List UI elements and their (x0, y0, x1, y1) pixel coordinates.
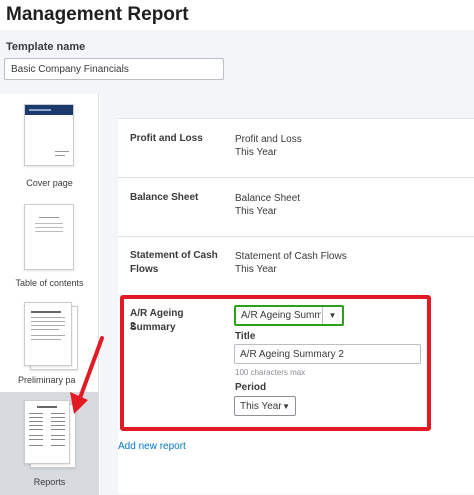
report-row-value: Profit and Loss (235, 134, 302, 145)
reports-thumbnail-line (29, 429, 43, 430)
report-row-period: This Year (235, 206, 277, 217)
report-row-value: Balance Sheet (235, 193, 301, 204)
title-hint: 100 characters max (235, 368, 306, 377)
toc-thumbnail-line (35, 231, 63, 232)
reports-thumbnail-line (29, 413, 43, 414)
template-name-label: Template name (6, 41, 86, 53)
red-arrow-icon (70, 336, 104, 414)
reports-thumbnail-line (51, 445, 65, 446)
preliminary-thumbnail-line (31, 321, 65, 322)
sidebar-item-table-of-contents[interactable]: Table of contents (0, 194, 99, 292)
reports-thumbnail-line (51, 435, 65, 436)
toc-thumbnail-line (39, 217, 59, 218)
report-row-name-continued: Flows (130, 264, 159, 275)
title-label: Title (235, 331, 256, 342)
caret-down-icon: ▼ (282, 401, 290, 411)
sidebar-item-label: Table of contents (15, 278, 84, 288)
reports-thumbnail-line (29, 417, 43, 418)
period-label: Period (235, 382, 267, 393)
sidebar-item-cover-page[interactable]: Cover page (0, 94, 99, 194)
toc-thumbnail-line (35, 227, 63, 228)
toc-thumbnail (24, 204, 74, 270)
report-type-select-value: A/R Ageing Summary (241, 310, 321, 321)
preliminary-thumbnail-line (31, 329, 59, 330)
reports-thumbnail-line (29, 435, 43, 436)
reports-thumbnail-line (51, 421, 65, 422)
cover-page-thumbnail-line (55, 151, 69, 152)
page-title: Management Report (6, 4, 189, 25)
report-row-value: Statement of Cash Flows (235, 251, 347, 262)
reports-thumbnail-line (29, 439, 43, 440)
sidebar-item-label: Cover page (26, 178, 73, 188)
editing-report-name-continued: 2 (130, 321, 136, 332)
reports-thumbnail-line (51, 439, 65, 440)
add-new-report-link[interactable]: Add new report (118, 441, 186, 452)
report-type-select[interactable]: A/R Ageing Summary ▼ (234, 305, 344, 326)
sidebar: Cover page Table of contents Preliminary… (0, 94, 99, 495)
report-row-period: This Year (235, 147, 277, 158)
cover-page-thumbnail-line (55, 155, 65, 156)
reports-thumbnail-line (29, 425, 43, 426)
toc-thumbnail-line (35, 223, 63, 224)
report-row-name: Balance Sheet (130, 192, 199, 203)
title-input[interactable] (234, 344, 421, 364)
report-row-balance-sheet[interactable]: Balance Sheet Balance Sheet This Year (118, 178, 474, 236)
report-row-period: This Year (235, 264, 277, 275)
reports-thumbnail-line (37, 406, 57, 408)
template-name-input[interactable] (4, 58, 224, 80)
report-row-statement-of-cash-flows[interactable]: Statement of Cash Flows Statement of Cas… (118, 237, 474, 293)
reports-thumbnail-line (29, 421, 43, 422)
reports-thumbnail-line (51, 425, 65, 426)
preliminary-thumbnail-line (31, 325, 65, 326)
sidebar-item-label: Reports (33, 477, 66, 487)
period-select[interactable]: This Year ▼ (234, 396, 296, 416)
cover-page-thumbnail (24, 104, 74, 166)
reports-thumbnail-line (51, 429, 65, 430)
cover-page-thumbnail-line (29, 109, 51, 111)
report-row-profit-and-loss[interactable]: Profit and Loss Profit and Loss This Yea… (118, 119, 474, 177)
caret-down-icon: ▼ (322, 307, 342, 324)
report-row-name: Profit and Loss (130, 133, 203, 144)
period-select-value: This Year (240, 400, 282, 412)
reports-thumbnail-line (29, 445, 43, 446)
preliminary-thumbnail-line (31, 317, 65, 318)
preliminary-thumbnail-line (31, 339, 61, 340)
report-row-name: Statement of Cash (130, 250, 218, 261)
preliminary-thumbnail-line (31, 311, 61, 313)
